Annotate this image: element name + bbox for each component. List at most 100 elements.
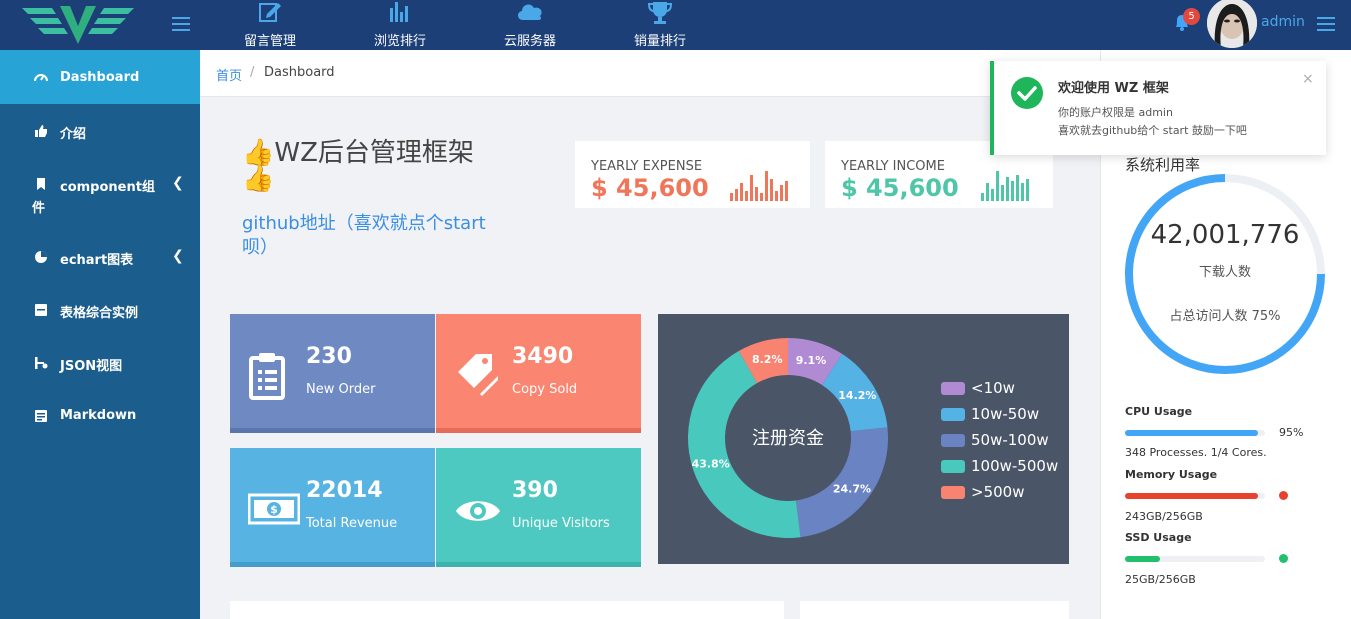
dashboard-gauge-icon (34, 74, 48, 82)
stat-label: Copy Sold (512, 382, 578, 397)
sidebar-toggle-button[interactable] (172, 17, 190, 31)
thumbs-up-icon (35, 125, 47, 137)
logo-icon (22, 6, 134, 44)
legend-label: >500w (971, 483, 1025, 501)
stat-value: 3490 (512, 344, 574, 369)
stat-value: 22014 (306, 478, 383, 503)
cpu-usage-value: 95% (1279, 426, 1304, 439)
yearly-expense-value: $ 45,600 (591, 174, 709, 202)
chevron-left-icon: ❮ (172, 175, 184, 191)
chevron-left-icon: ❮ (172, 248, 184, 264)
ssd-usage-bar (1125, 556, 1265, 562)
cloud-icon (517, 4, 542, 20)
ssd-usage-title: SSD Usage (1125, 531, 1192, 544)
stat-card-copy-sold[interactable]: 3490 Copy Sold (436, 314, 641, 433)
toast-close-button[interactable]: × (1302, 71, 1314, 87)
sidebar-item-label-wrap: 件 (32, 201, 46, 216)
sidebar-item-dashboard[interactable]: Dashboard (0, 50, 200, 104)
settings-menu-button[interactable] (1317, 17, 1335, 31)
page-title-text: WZ后台管理框架 (274, 138, 474, 168)
sidebar-item-table[interactable]: 表格综合实例 (0, 283, 200, 336)
yearly-income-label: YEARLY INCOME (841, 159, 945, 174)
ssd-usage-fill (1125, 556, 1160, 562)
donut-slice-label: 8.2% (752, 353, 783, 366)
sidebar-item-label: component组 (60, 180, 155, 195)
nav-item-label: 销量排行 (633, 34, 686, 49)
legend-label: 100w-500w (971, 457, 1059, 475)
sidebar-item-json[interactable]: JSON视图 (0, 336, 200, 389)
table-icon (35, 304, 47, 316)
visit-percent-text: 占总访问人数 75% (1169, 309, 1281, 324)
cpu-usage-detail: 348 Processes. 1/4 Cores. (1125, 446, 1267, 459)
sidebar: Dashboard 介绍 component组 ❮ 件 echart图表 ❮ 表… (0, 50, 200, 619)
cpu-usage-fill (1125, 430, 1258, 436)
page-title: 👍WZ后台管理框架 (242, 132, 474, 169)
nav-item-browse-ranking[interactable]: 浏览排行 (366, 0, 434, 50)
nav-item-label: 浏览排行 (373, 34, 426, 49)
toast-line-1: 你的账户权限是 admin (1058, 106, 1173, 119)
donut-slice-label: 9.1% (796, 354, 827, 367)
svg-text:$: $ (270, 503, 278, 516)
memory-usage-bar (1125, 493, 1265, 499)
breadcrumb-home-link[interactable]: 首页 (216, 65, 242, 84)
trophy-icon (647, 2, 673, 24)
expense-sparkline (730, 171, 788, 201)
top-navbar: 留言管理 浏览排行 云服务器 销量排行 5 admin (0, 0, 1351, 50)
ssd-usage-detail: 25GB/256GB (1125, 573, 1196, 586)
legend-swatch (941, 486, 965, 499)
toast-title: 欢迎使用 WZ 框架 (1058, 81, 1169, 96)
legend-label: <10w (971, 379, 1015, 397)
donut-slice-label: 24.7% (833, 483, 871, 496)
eye-icon (456, 501, 500, 521)
yearly-expense-label: YEARLY EXPENSE (591, 159, 703, 174)
ok-dot-icon (1279, 554, 1288, 563)
legend-label: 50w-100w (971, 431, 1049, 449)
success-check-icon (1011, 77, 1043, 109)
breadcrumb-separator: / (250, 65, 255, 80)
memory-usage-detail: 243GB/256GB (1125, 510, 1203, 523)
stat-value: 390 (512, 478, 558, 503)
username[interactable]: admin (1261, 14, 1305, 30)
yearly-income-value: $ 45,600 (841, 174, 959, 202)
sidebar-item-echart[interactable]: echart图表 ❮ (0, 230, 200, 283)
stat-card-unique-visitors[interactable]: 390 Unique Visitors (436, 448, 641, 567)
stat-label: Unique Visitors (512, 516, 610, 531)
nav-item-sales-ranking[interactable]: 销量排行 (626, 0, 694, 50)
stat-card-total-revenue[interactable]: $ 22014 Total Revenue (230, 448, 435, 567)
donut-svg: 9.1% 14.2% 24.7% 43.8% 8.2% 注册资金 (688, 338, 888, 538)
cpu-usage-bar (1125, 430, 1265, 436)
download-label: 下载人数 (1198, 265, 1251, 280)
registered-capital-donut-chart: 9.1% 14.2% 24.7% 43.8% 8.2% 注册资金 <10w 10w-50w… (658, 314, 1069, 564)
tags-icon (458, 354, 498, 396)
legend-swatch (941, 382, 965, 395)
stat-card-new-order[interactable]: 230 New Order (230, 314, 435, 433)
clipboard-icon (249, 353, 285, 400)
json-tree-icon (35, 357, 48, 369)
thumbs-up-emoji: 👍 (242, 164, 275, 194)
bar-chart-icon (390, 2, 408, 22)
stat-label: New Order (306, 382, 376, 397)
sidebar-item-label: JSON视图 (60, 359, 123, 374)
legend-swatch (941, 460, 965, 473)
nav-item-label: 留言管理 (243, 34, 296, 49)
yearly-expense-card: YEARLY EXPENSE $ 45,600 (575, 141, 810, 208)
avatar[interactable] (1207, 0, 1257, 48)
donut-center-title: 注册资金 (752, 428, 824, 449)
bookmark-icon (37, 178, 45, 190)
sidebar-item-label: Dashboard (60, 70, 140, 85)
memory-usage-fill (1125, 493, 1258, 499)
sidebar-item-label: echart图表 (60, 253, 134, 268)
sidebar-item-intro[interactable]: 介绍 (0, 104, 200, 157)
nav-item-messages[interactable]: 留言管理 (236, 0, 304, 50)
github-link[interactable]: github地址（喜欢就点个start呗） (242, 212, 510, 260)
stat-label: Total Revenue (306, 516, 398, 531)
download-count: 42,001,776 (1150, 220, 1300, 250)
memory-usage-title: Memory Usage (1125, 468, 1218, 481)
income-sparkline (981, 171, 1029, 201)
sidebar-item-component[interactable]: component组 ❮ 件 (0, 157, 200, 230)
nav-item-cloud-server[interactable]: 云服务器 (496, 0, 564, 50)
money-icon: $ (248, 493, 300, 525)
edit-icon (259, 3, 281, 22)
sidebar-item-markdown[interactable]: Markdown (0, 389, 200, 442)
nav-item-label: 云服务器 (503, 34, 556, 49)
